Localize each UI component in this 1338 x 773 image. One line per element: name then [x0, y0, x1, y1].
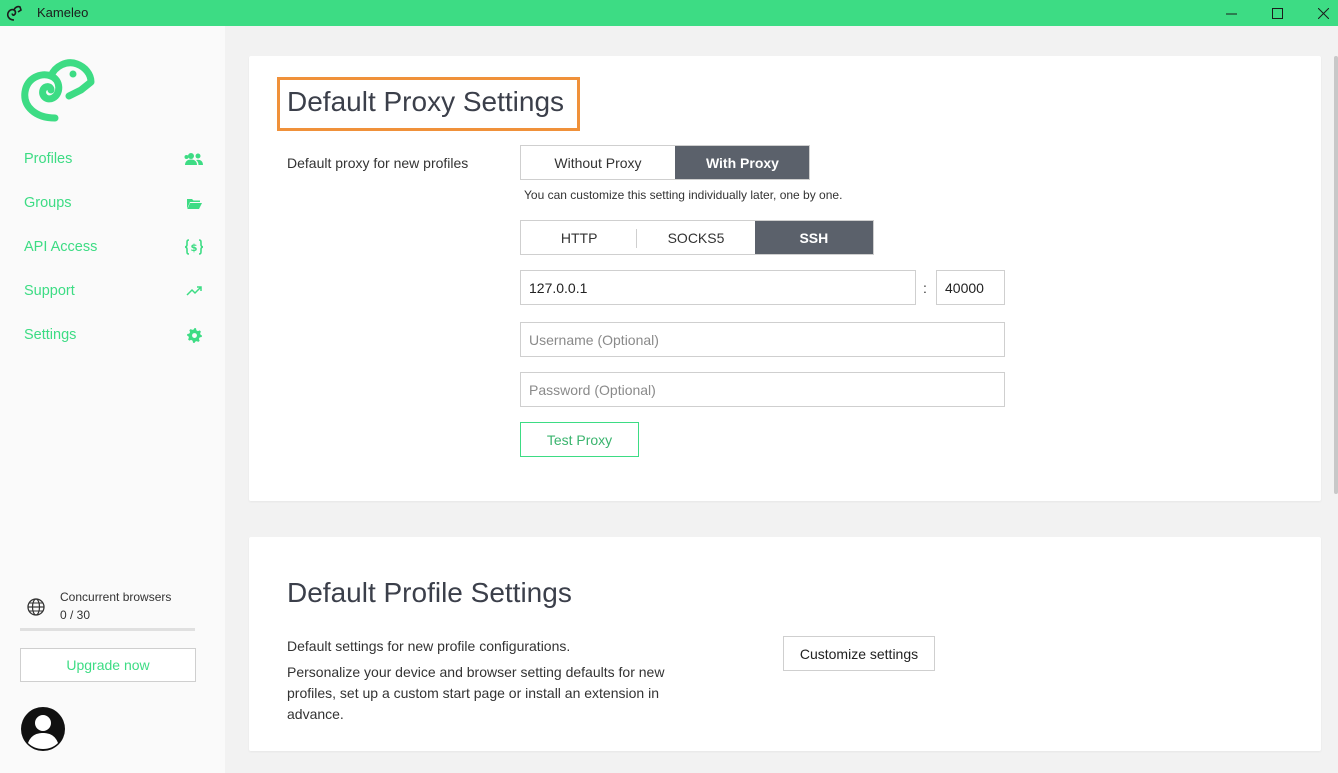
folder-open-icon — [184, 193, 204, 213]
concurrent-browsers: Concurrent browsers 0 / 30 — [20, 589, 195, 633]
sidebar-item-settings[interactable]: Settings — [24, 323, 204, 347]
sidebar-item-support[interactable]: Support — [24, 279, 204, 303]
proxy-host-input[interactable]: 127.0.0.1 — [520, 270, 916, 305]
proxy-password-input[interactable]: Password (Optional) — [520, 372, 1005, 407]
profile-settings-summary: Default settings for new profile configu… — [287, 638, 571, 654]
concurrent-browsers-progress — [20, 628, 195, 631]
proxy-type-toggle: HTTP SOCKS5 SSH — [520, 220, 874, 255]
code-braces-icon: $ — [184, 237, 204, 257]
trending-up-icon — [184, 281, 204, 301]
sidebar-item-label: Groups — [24, 195, 72, 211]
proxy-port-input[interactable]: 40000 — [936, 270, 1005, 305]
test-proxy-button[interactable]: Test Proxy — [520, 422, 639, 457]
proxy-hint-text: You can customize this setting individua… — [524, 188, 843, 202]
globe-icon — [27, 598, 45, 616]
sidebar-item-label: Profiles — [24, 151, 73, 167]
proxy-username-input[interactable]: Username (Optional) — [520, 322, 1005, 357]
svg-text:$: $ — [191, 243, 198, 254]
proxy-type-ssh[interactable]: SSH — [754, 221, 873, 254]
sidebar-item-label: API Access — [24, 239, 98, 255]
sidebar-item-groups[interactable]: Groups — [24, 191, 204, 215]
kameleo-app-icon — [6, 5, 22, 21]
close-button[interactable] — [1300, 0, 1338, 26]
profile-settings-title: Default Profile Settings — [287, 577, 572, 608]
sidebar-item-label: Settings — [24, 327, 77, 343]
sidebar: Profiles Groups API Access $ Support Set… — [0, 26, 225, 773]
sidebar-item-profiles[interactable]: Profiles — [24, 147, 204, 171]
without-proxy-option[interactable]: Without Proxy — [521, 146, 675, 179]
kameleo-logo — [21, 59, 95, 122]
upgrade-now-button[interactable]: Upgrade now — [20, 648, 196, 682]
maximize-icon — [1271, 7, 1283, 19]
window-title: Kameleo — [37, 5, 89, 20]
minimize-button[interactable] — [1208, 0, 1254, 26]
default-proxy-label: Default proxy for new profiles — [287, 155, 469, 171]
sidebar-item-label: Support — [24, 283, 75, 299]
gear-icon — [184, 325, 204, 345]
title-bar: Kameleo — [0, 0, 1338, 26]
sidebar-item-api-access[interactable]: API Access $ — [24, 235, 204, 259]
users-icon — [184, 149, 204, 169]
proxy-type-http[interactable]: HTTP — [521, 221, 638, 254]
user-avatar[interactable] — [20, 706, 66, 752]
proxy-type-socks5[interactable]: SOCKS5 — [637, 221, 754, 254]
proxy-settings-title: Default Proxy Settings — [287, 86, 565, 117]
scrollbar-thumb[interactable] — [1334, 56, 1338, 494]
minimize-icon — [1225, 13, 1237, 14]
close-icon — [1317, 7, 1329, 19]
port-separator: : — [923, 280, 927, 296]
proxy-mode-toggle: Without Proxy With Proxy — [520, 145, 810, 180]
profile-settings-description: Personalize your device and browser sett… — [287, 664, 665, 722]
customize-settings-button[interactable]: Customize settings — [783, 636, 935, 671]
concurrent-browsers-label: Concurrent browsers — [60, 590, 172, 604]
maximize-button[interactable] — [1254, 0, 1300, 26]
with-proxy-option[interactable]: With Proxy — [674, 146, 809, 179]
concurrent-browsers-count: 0 / 30 — [60, 608, 91, 622]
